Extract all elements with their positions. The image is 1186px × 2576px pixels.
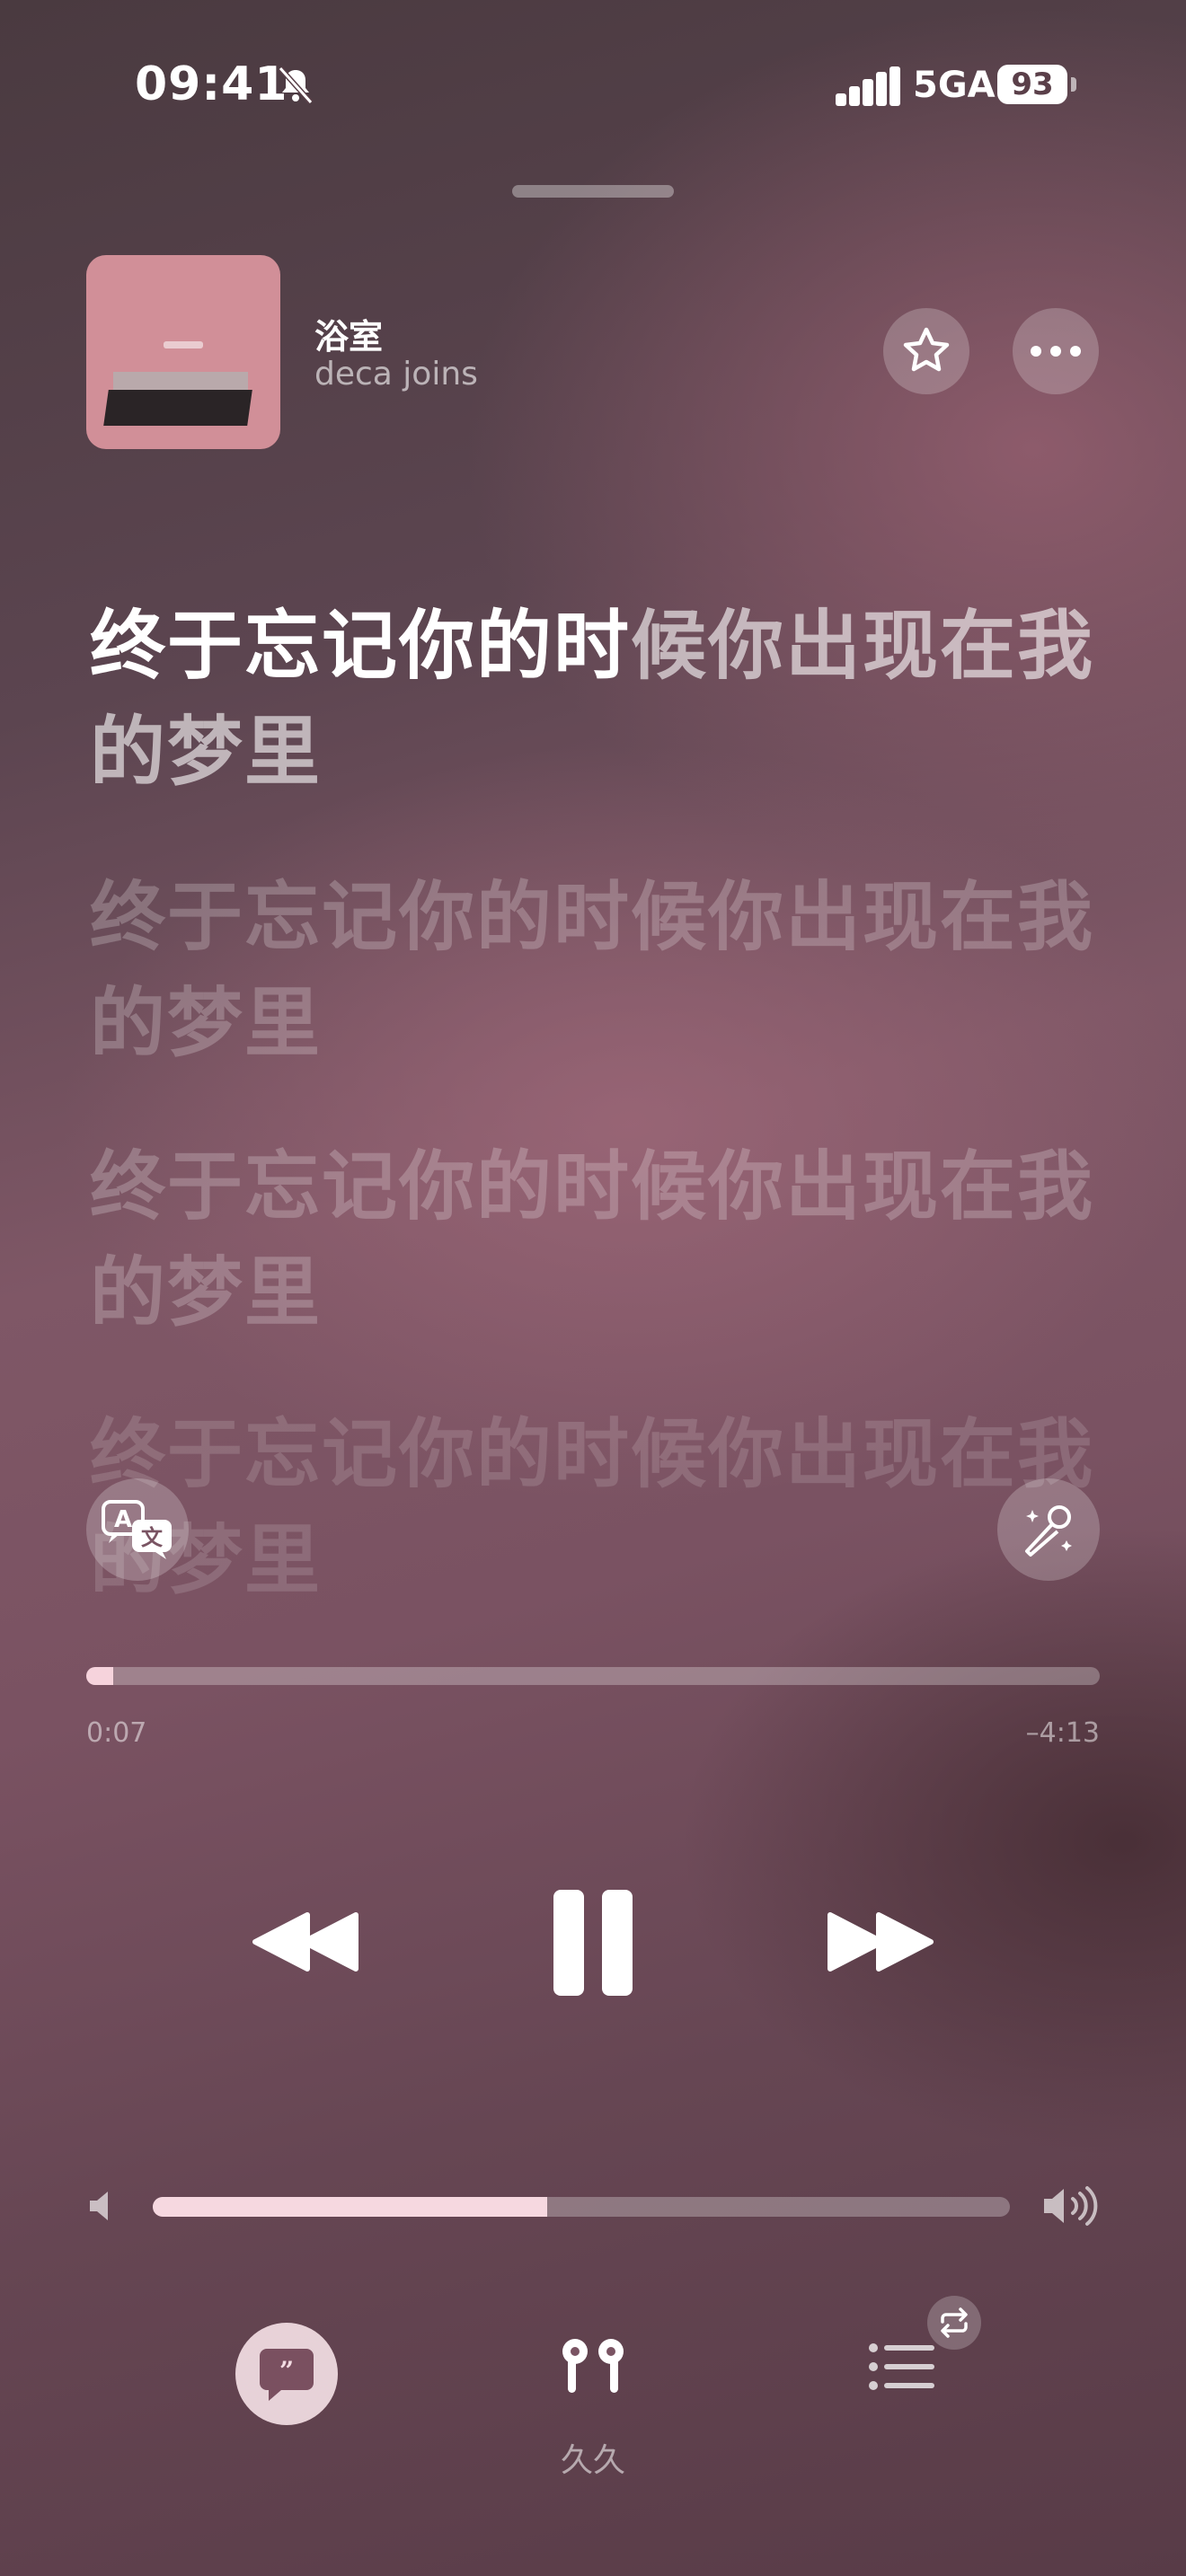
battery-level: 93 <box>997 65 1067 104</box>
volume-level-fill <box>153 2197 547 2217</box>
lyric-line[interactable]: 终于忘记你的时候你出现在我的梦里 <box>90 1134 1114 1345</box>
lyrics-button[interactable]: ” <box>235 2323 338 2425</box>
airpods-icon <box>562 2339 624 2393</box>
lyric-line-current[interactable]: 终于忘记你的时候你出现在我的梦里 <box>90 593 1114 805</box>
svg-text:”: ” <box>279 2356 294 2386</box>
remaining-time: –4:13 <box>1025 1717 1100 1749</box>
speaker-high-icon <box>1044 2186 1098 2226</box>
favorite-button[interactable] <box>883 308 969 394</box>
speaker-low-icon <box>90 2192 108 2220</box>
battery-nub <box>1071 77 1076 92</box>
network-type: 5GA <box>913 65 996 106</box>
sheet-grabber[interactable] <box>512 185 674 198</box>
lyric-line[interactable]: 终于忘记你的时候你出现在我的梦里 <box>90 864 1114 1076</box>
artist-name[interactable]: deca joins <box>314 356 478 393</box>
volume-slider[interactable] <box>153 2197 1010 2217</box>
repeat-icon <box>941 2307 968 2338</box>
backward-icon <box>252 1912 358 1972</box>
signal-icon <box>836 66 900 106</box>
translate-icon: A 文 <box>102 1500 172 1559</box>
playback-progress-fill <box>86 1667 114 1685</box>
more-button[interactable] <box>1013 308 1099 394</box>
output-device-name: 久久 <box>560 2442 625 2479</box>
sing-button[interactable] <box>997 1478 1100 1581</box>
pause-button[interactable] <box>539 1884 647 2001</box>
star-icon <box>903 327 950 372</box>
next-button[interactable] <box>818 1897 943 1987</box>
repeat-button[interactable] <box>927 2296 981 2350</box>
previous-button[interactable] <box>243 1897 368 1987</box>
elapsed-time: 0:07 <box>86 1717 147 1749</box>
svg-text:A: A <box>114 1506 132 1533</box>
ellipsis-icon <box>1031 346 1081 357</box>
pause-icon <box>553 1890 633 1996</box>
translate-button[interactable]: A 文 <box>86 1478 189 1581</box>
lyric-sung-part: 终于忘记你的时 <box>90 602 632 690</box>
svg-text:文: 文 <box>141 1525 164 1550</box>
playback-scrubber[interactable] <box>86 1667 1100 1685</box>
quote-bubble-icon: ” <box>260 2349 314 2401</box>
output-device-button[interactable] <box>557 2335 629 2398</box>
song-title[interactable]: 浴室 <box>314 309 383 358</box>
forward-icon <box>828 1912 934 1972</box>
bell-slash-icon <box>278 66 314 105</box>
microphone-sparkle-icon <box>1025 1505 1072 1557</box>
status-time: 09:41 <box>135 57 288 111</box>
list-icon[interactable] <box>866 2335 938 2398</box>
album-artwork[interactable] <box>86 255 280 449</box>
lyric-line[interactable]: 终于忘记你的时候你出现在我的梦里 <box>90 1401 1114 1613</box>
